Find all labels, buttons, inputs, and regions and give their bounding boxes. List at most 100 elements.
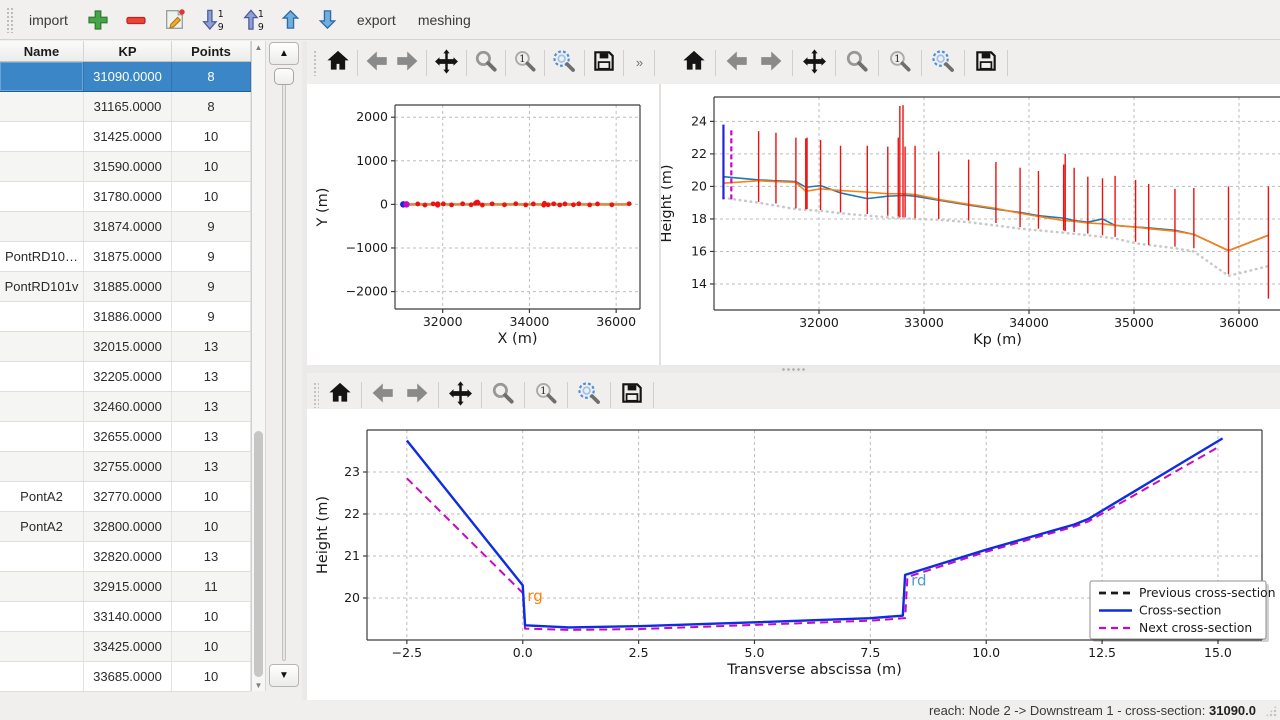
- cell-kp[interactable]: 32915.0000: [84, 572, 172, 601]
- home-button[interactable]: [677, 46, 711, 80]
- save-button[interactable]: [969, 46, 1003, 80]
- table-row[interactable]: 33685.000010: [0, 662, 251, 692]
- back-button[interactable]: [362, 46, 392, 80]
- cell-name[interactable]: [0, 602, 84, 631]
- move-down-button[interactable]: [312, 4, 343, 36]
- cell-kp[interactable]: 32655.0000: [84, 422, 172, 451]
- scroll-down-icon[interactable]: ▼: [252, 679, 265, 691]
- table-row[interactable]: 33425.000010: [0, 632, 251, 662]
- table-row[interactable]: 32820.000013: [0, 542, 251, 572]
- cell-points[interactable]: 10: [172, 632, 251, 661]
- cell-name[interactable]: [0, 152, 84, 181]
- cell-points[interactable]: 13: [172, 422, 251, 451]
- cell-name[interactable]: [0, 392, 84, 421]
- cell-name[interactable]: PontA2: [0, 482, 84, 511]
- toolbar-drag-handle[interactable]: [313, 382, 319, 408]
- cell-name[interactable]: [0, 122, 84, 151]
- table-row[interactable]: PontA232800.000010: [0, 512, 251, 542]
- longitudinal-profile-plot[interactable]: 3200033000340003500036000141618202224Kp …: [661, 84, 1280, 365]
- forward-button[interactable]: [400, 378, 434, 412]
- back-button[interactable]: [366, 378, 400, 412]
- cell-points[interactable]: 13: [172, 392, 251, 421]
- zoom-button[interactable]: [840, 46, 874, 80]
- cell-name[interactable]: [0, 422, 84, 451]
- cell-points[interactable]: 10: [172, 152, 251, 181]
- save-button[interactable]: [589, 46, 619, 80]
- edit-button[interactable]: [158, 4, 191, 36]
- pan-button[interactable]: [443, 378, 477, 412]
- table-row[interactable]: 32755.000013: [0, 452, 251, 482]
- scroll-up-icon[interactable]: ▲: [252, 41, 265, 53]
- table-row[interactable]: PontRD10…31875.00009: [0, 242, 251, 272]
- toolbar-drag-handle[interactable]: [313, 50, 318, 76]
- cell-name[interactable]: [0, 182, 84, 211]
- cell-kp[interactable]: 32460.0000: [84, 392, 172, 421]
- column-header-points[interactable]: Points: [172, 41, 251, 61]
- table-scrollbar-thumb[interactable]: [254, 431, 263, 677]
- meshing-button[interactable]: meshing: [410, 4, 479, 36]
- column-header-name[interactable]: Name: [0, 41, 84, 61]
- slider-up-button[interactable]: ▲: [269, 42, 299, 65]
- table-row[interactable]: 31886.00009: [0, 302, 251, 332]
- cross-section-plot[interactable]: −2.50.02.55.07.510.012.515.020212223Tran…: [307, 409, 1280, 700]
- cell-points[interactable]: 9: [172, 212, 251, 241]
- cell-kp[interactable]: 32755.0000: [84, 452, 172, 481]
- cell-name[interactable]: [0, 302, 84, 331]
- cell-points[interactable]: 8: [172, 62, 251, 91]
- add-cross-section-button[interactable]: [82, 4, 114, 36]
- column-header-kp[interactable]: KP: [84, 41, 172, 61]
- table-row[interactable]: PontRD101v31885.00009: [0, 272, 251, 302]
- table-row[interactable]: 32915.000011: [0, 572, 251, 602]
- cell-kp[interactable]: 33140.0000: [84, 602, 172, 631]
- pan-button[interactable]: [431, 46, 461, 80]
- remove-cross-section-button[interactable]: [120, 4, 152, 36]
- cell-name[interactable]: [0, 212, 84, 241]
- cell-name[interactable]: [0, 92, 84, 121]
- cell-points[interactable]: 13: [172, 542, 251, 571]
- cell-kp[interactable]: 32205.0000: [84, 362, 172, 391]
- cell-name[interactable]: [0, 332, 84, 361]
- cell-kp[interactable]: 32770.0000: [84, 482, 172, 511]
- table-row[interactable]: 32015.000013: [0, 332, 251, 362]
- table-row[interactable]: 31590.000010: [0, 152, 251, 182]
- cell-kp[interactable]: 31874.0000: [84, 212, 172, 241]
- table-row[interactable]: 31165.00008: [0, 92, 251, 122]
- table-row[interactable]: PontA232770.000010: [0, 482, 251, 512]
- resize-grip[interactable]: [1265, 705, 1277, 717]
- import-button[interactable]: import: [21, 4, 76, 36]
- cell-points[interactable]: 10: [172, 182, 251, 211]
- slider-groove[interactable]: [282, 71, 286, 661]
- table-row[interactable]: 33140.000010: [0, 602, 251, 632]
- cell-name[interactable]: [0, 362, 84, 391]
- cell-points[interactable]: 11: [172, 572, 251, 601]
- cell-kp[interactable]: 31590.0000: [84, 152, 172, 181]
- table-row[interactable]: 31425.000010: [0, 122, 251, 152]
- cell-name[interactable]: PontA2: [0, 512, 84, 541]
- cell-points[interactable]: 10: [172, 662, 251, 691]
- save-button[interactable]: [615, 378, 649, 412]
- zoom-button[interactable]: [471, 46, 501, 80]
- cell-kp[interactable]: 31875.0000: [84, 242, 172, 271]
- cell-points[interactable]: 10: [172, 122, 251, 151]
- cell-kp[interactable]: 31780.0000: [84, 182, 172, 211]
- move-up-button[interactable]: [275, 4, 306, 36]
- slider-down-button[interactable]: ▼: [269, 664, 299, 687]
- cell-kp[interactable]: 31165.0000: [84, 92, 172, 121]
- table-scrollbar[interactable]: ▲ ▼: [252, 41, 266, 691]
- sort-descending-button[interactable]: 19: [236, 4, 269, 36]
- cell-points[interactable]: 9: [172, 302, 251, 331]
- cell-name[interactable]: [0, 542, 84, 571]
- cell-name[interactable]: PontRD10…: [0, 242, 84, 271]
- cell-name[interactable]: PontRD101v: [0, 272, 84, 301]
- cell-kp[interactable]: 31885.0000: [84, 272, 172, 301]
- zoom-one-button[interactable]: 1: [883, 46, 917, 80]
- table-row[interactable]: 31780.000010: [0, 182, 251, 212]
- cell-points[interactable]: 9: [172, 242, 251, 271]
- cell-points[interactable]: 13: [172, 332, 251, 361]
- zoom-region-button[interactable]: [549, 46, 579, 80]
- zoom-region-button[interactable]: [926, 46, 960, 80]
- zoom-button[interactable]: [486, 378, 520, 412]
- cell-kp[interactable]: 32800.0000: [84, 512, 172, 541]
- cell-kp[interactable]: 31886.0000: [84, 302, 172, 331]
- cell-points[interactable]: 10: [172, 512, 251, 541]
